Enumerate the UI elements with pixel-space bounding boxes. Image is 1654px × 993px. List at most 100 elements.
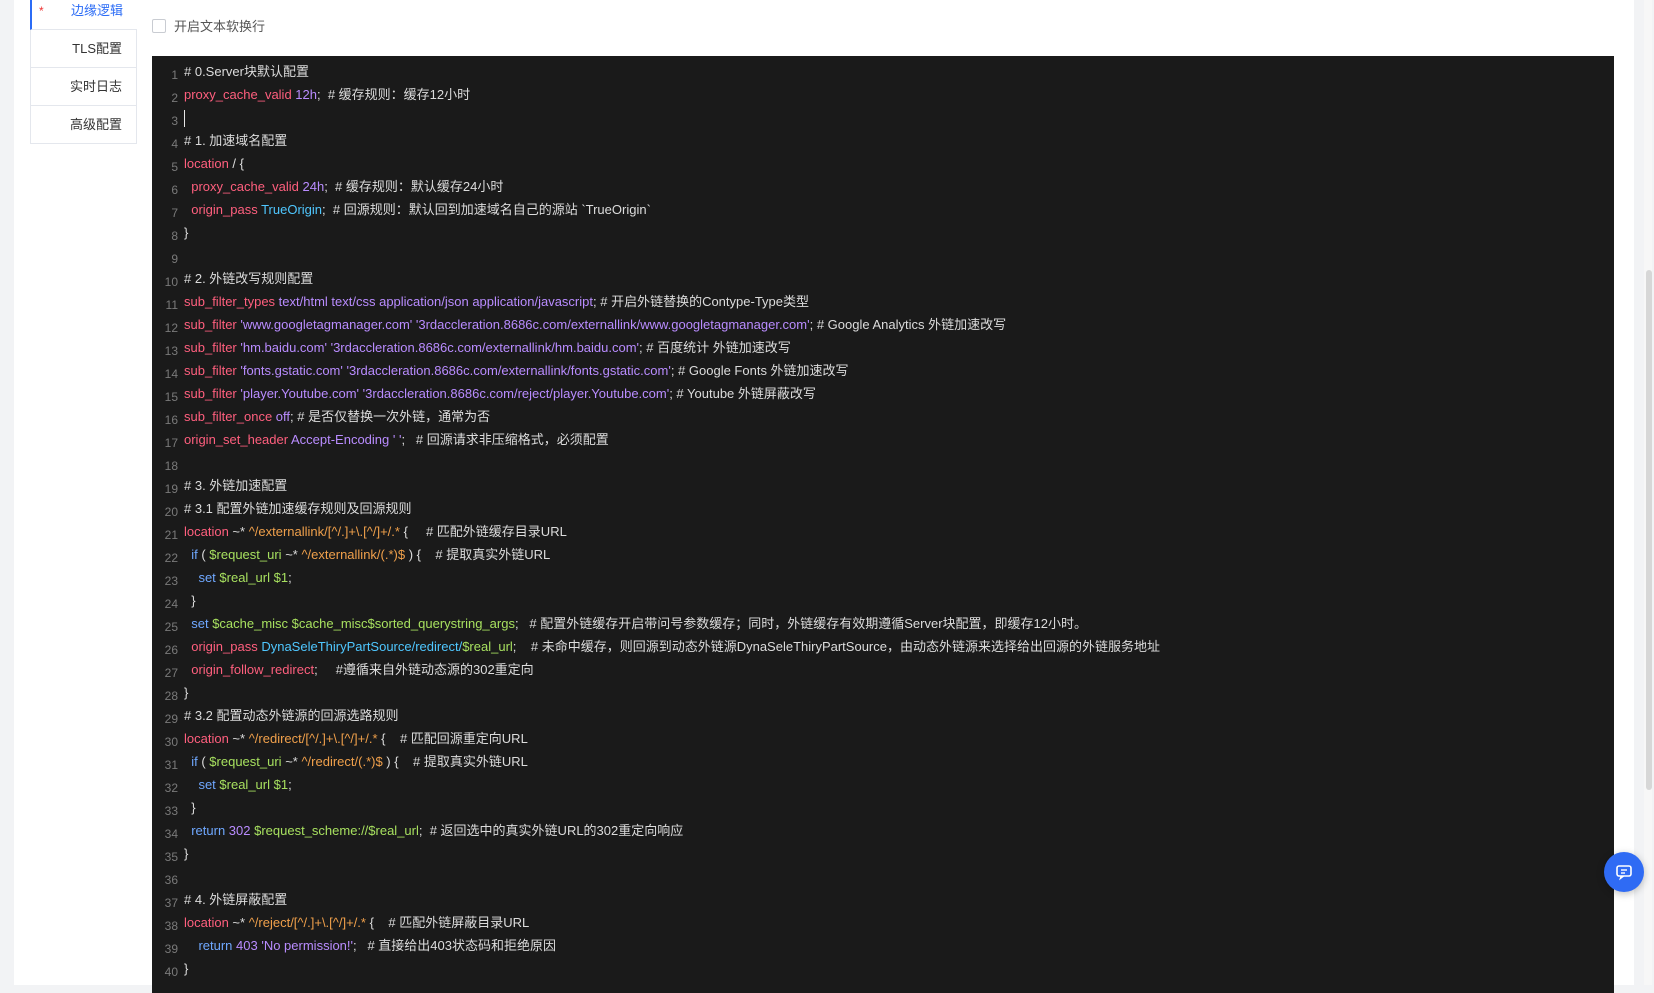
- code-line[interactable]: 31 if ( $request_uri ~* ^/redirect/(.*)$…: [152, 750, 1614, 773]
- code-line[interactable]: 4 # 1. 加速域名配置: [152, 129, 1614, 152]
- config-tabs: * 边缘逻辑 TLS配置 实时日志 高级配置: [30, 0, 137, 144]
- code-text: set $real_url $1;: [184, 773, 291, 796]
- tab-edge-logic[interactable]: * 边缘逻辑: [30, 0, 137, 30]
- code-token: $request_uri: [209, 754, 282, 769]
- tab-label: 边缘逻辑: [70, 3, 123, 18]
- code-token: ) { # 提取真实外链URL: [382, 754, 528, 769]
- code-token: }: [184, 685, 189, 700]
- code-line[interactable]: 9: [152, 244, 1614, 267]
- code-line[interactable]: 11 sub_filter_types text/html text/css ap…: [152, 290, 1614, 313]
- code-line[interactable]: 34 return 302 $request_scheme://$real_ur…: [152, 819, 1614, 842]
- code-line[interactable]: 39 return 403 'No permission!'; # 直接给出40…: [152, 934, 1614, 957]
- code-token: sub_filter: [184, 317, 237, 332]
- code-token: off: [272, 409, 291, 424]
- code-line[interactable]: 27 origin_follow_redirect; #遵循来自外链动态源的30…: [152, 658, 1614, 681]
- code-token: }: [184, 961, 189, 976]
- code-token: sub_filter_once: [184, 409, 273, 424]
- code-token: # 3.1 配置外链加速缓存规则及回源规则: [184, 501, 412, 516]
- code-line[interactable]: 8}: [152, 221, 1614, 244]
- code-token: 'www.googletagmanager.com' '3rdacclerati…: [236, 317, 810, 332]
- code-line[interactable]: 15 sub_filter 'player.Youtube.com' '3rdac…: [152, 382, 1614, 405]
- code-text: # 3.2 配置动态外链源的回源选路规则: [184, 704, 399, 727]
- code-token: { # 匹配外链屏蔽目录URL: [365, 915, 530, 930]
- code-line[interactable]: 10 # 2. 外链改写规则配置: [152, 267, 1614, 290]
- code-editor[interactable]: 1 # 0.Server块默认配置 2 proxy_cache_valid 12h; …: [152, 56, 1614, 993]
- code-token: (: [197, 547, 210, 562]
- code-token: TrueOrigin: [257, 202, 323, 217]
- code-token: 403: [232, 938, 258, 953]
- code-token: ; # 是否仅替换一次外链，通常为否: [290, 409, 491, 424]
- code-line[interactable]: 5 location / {: [152, 152, 1614, 175]
- code-line[interactable]: 12 sub_filter 'www.googletagmanager.com' …: [152, 313, 1614, 336]
- code-line[interactable]: 6 proxy_cache_valid 24h; # 缓存规则：默认缓存24小时: [152, 175, 1614, 198]
- code-token: ; # 配置外链缓存开启带问号参数缓存；同时，外链缓存有效期遵循Server块配…: [514, 616, 1088, 631]
- code-line[interactable]: 26 origin_pass DynaSeleThiryPartSource/r…: [152, 635, 1614, 658]
- code-line[interactable]: 2 proxy_cache_valid 12h; # 缓存规则：缓存12小时: [152, 83, 1614, 106]
- code-text: proxy_cache_valid 12h; # 缓存规则：缓存12小时: [184, 83, 470, 106]
- code-line[interactable]: 3: [152, 106, 1614, 129]
- code-line[interactable]: 19 # 3. 外链加速配置: [152, 474, 1614, 497]
- code-token: origin_pass: [184, 639, 258, 654]
- tab-advanced-config[interactable]: 高级配置: [30, 106, 137, 144]
- code-token: (: [197, 754, 210, 769]
- code-text: sub_filter 'www.googletagmanager.com' '3…: [184, 313, 1006, 336]
- code-token: Accept-Encoding ' ': [288, 432, 402, 447]
- code-token: ~*: [281, 754, 302, 769]
- code-token: ; # Youtube 外链屏蔽改写: [669, 386, 816, 401]
- code-line[interactable]: 20 # 3.1 配置外链加速缓存规则及回源规则: [152, 497, 1614, 520]
- code-line[interactable]: 23 set $real_url $1;: [152, 566, 1614, 589]
- scrollbar-thumb[interactable]: [1646, 270, 1652, 790]
- code-line[interactable]: 7 origin_pass TrueOrigin; # 回源规则：默认回到加速域…: [152, 198, 1614, 221]
- code-line[interactable]: 25 set $cache_misc $cache_misc$sorted_qu…: [152, 612, 1614, 635]
- code-line[interactable]: 22 if ( $request_uri ~* ^/externallink/(…: [152, 543, 1614, 566]
- code-token: $request_uri: [209, 547, 282, 562]
- code-token: ; # 未命中缓存，则回源到动态外链源DynaSeleThiryPartSour…: [512, 639, 1160, 654]
- code-line[interactable]: 32 set $real_url $1;: [152, 773, 1614, 796]
- code-line[interactable]: 35}: [152, 842, 1614, 865]
- tab-realtime-log[interactable]: 实时日志: [30, 68, 137, 106]
- code-token: sub_filter_types: [184, 294, 276, 309]
- code-line[interactable]: 14 sub_filter 'fonts.gstatic.com' '3rdacc…: [152, 359, 1614, 382]
- code-line[interactable]: 17 origin_set_header Accept-Encoding ' ';…: [152, 428, 1614, 451]
- checkbox-icon[interactable]: [152, 18, 166, 33]
- code-token: 'fonts.gstatic.com' '3rdaccleration.8686…: [236, 363, 671, 378]
- code-text: }: [184, 589, 195, 612]
- code-token: DynaSeleThiryPartSource/redirect/: [257, 639, 463, 654]
- code-text: # 3.1 配置外链加速缓存规则及回源规则: [184, 497, 412, 520]
- code-line[interactable]: 24 }: [152, 589, 1614, 612]
- code-token: origin_follow_redirect: [184, 662, 315, 677]
- tab-label: 实时日志: [69, 79, 122, 94]
- code-line[interactable]: 36: [152, 865, 1614, 888]
- code-line[interactable]: 29 # 3.2 配置动态外链源的回源选路规则: [152, 704, 1614, 727]
- code-line[interactable]: 1 # 0.Server块默认配置: [152, 60, 1614, 83]
- code-token: { # 匹配外链缓存目录URL: [399, 524, 567, 539]
- code-line[interactable]: 21 location ~* ^/externallink/[^/.]+\.[^/…: [152, 520, 1614, 543]
- code-line[interactable]: 18: [152, 451, 1614, 474]
- code-line[interactable]: 13 sub_filter 'hm.baidu.com' '3rdacclerat…: [152, 336, 1614, 359]
- code-line[interactable]: 30 location ~* ^/redirect/[^/.]+\.[^/]+/.…: [152, 727, 1614, 750]
- code-line[interactable]: 33 }: [152, 796, 1614, 819]
- chat-button[interactable]: [1604, 852, 1644, 892]
- code-token: $real_url $1: [215, 777, 289, 792]
- code-line[interactable]: 37 # 4. 外链屏蔽配置: [152, 888, 1614, 911]
- code-text: return 403 'No permission!'; # 直接给出403状态…: [184, 934, 556, 957]
- code-text: set $cache_misc $cache_misc$sorted_query…: [184, 612, 1087, 635]
- code-line[interactable]: 28}: [152, 681, 1614, 704]
- code-token: ^/reject/[^/.]+\.[^/]+/.*: [248, 915, 366, 930]
- code-text: if ( $request_uri ~* ^/externallink/(.*)…: [184, 543, 550, 566]
- code-token: 'player.Youtube.com' '3rdaccleration.868…: [236, 386, 670, 401]
- code-text: sub_filter_types text/html text/css appl…: [184, 290, 809, 313]
- code-token: ;: [288, 570, 292, 585]
- code-line[interactable]: 40}: [152, 957, 1614, 980]
- code-token: ; #遵循来自外链动态源的302重定向: [314, 662, 534, 677]
- code-token: ~*: [228, 915, 249, 930]
- code-text: # 1. 加速域名配置: [184, 129, 287, 152]
- code-text: origin_set_header Accept-Encoding ' '; #…: [184, 428, 609, 451]
- code-line[interactable]: 16 sub_filter_once off; # 是否仅替换一次外链，通常为否: [152, 405, 1614, 428]
- code-token: # 1. 加速域名配置: [184, 133, 288, 148]
- code-token: return: [184, 938, 233, 953]
- tab-tls-config[interactable]: TLS配置: [30, 30, 137, 68]
- code-line[interactable]: 38 location ~* ^/reject/[^/.]+\.[^/]+/.* …: [152, 911, 1614, 934]
- code-token: $cache_misc $cache_misc$sorted_querystri…: [208, 616, 515, 631]
- soft-wrap-toggle[interactable]: 开启文本软换行: [152, 16, 265, 35]
